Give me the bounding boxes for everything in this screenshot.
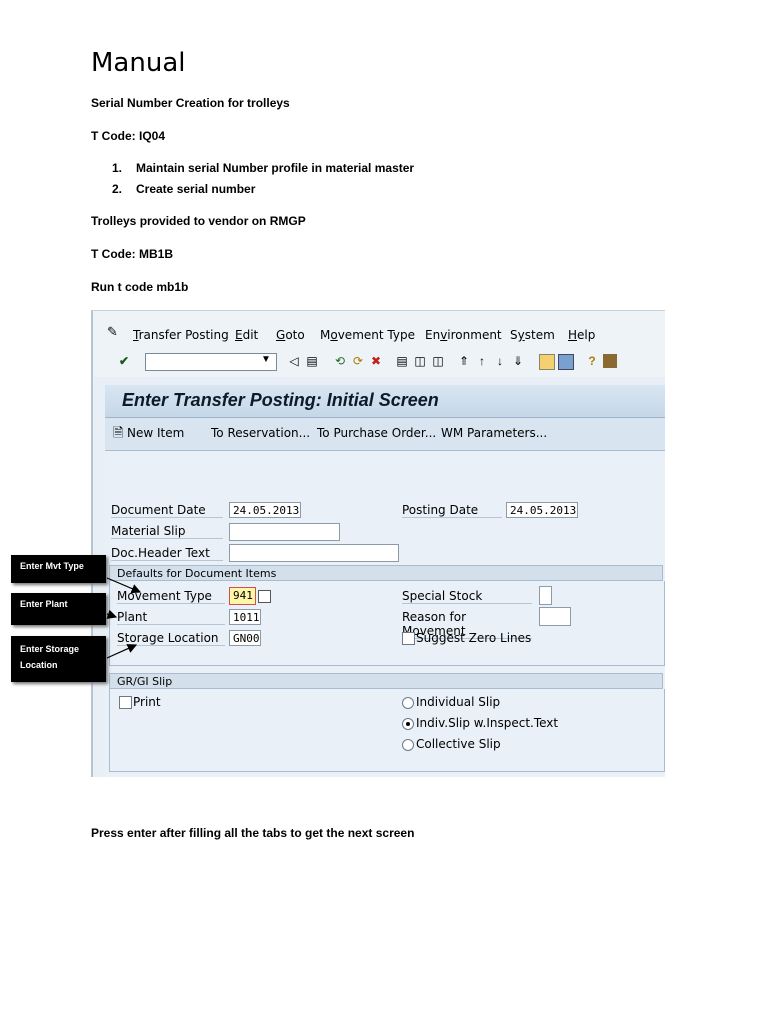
document-new-icon: 🗎	[113, 426, 124, 441]
application-toolbar: 🗎 New Item To Reservation... To Purchase…	[105, 418, 665, 451]
enter-check-icon[interactable]: ✔	[117, 354, 131, 368]
indiv-slip-inspect-radio[interactable]	[402, 718, 414, 730]
exit-icon[interactable]: ⟳	[351, 354, 365, 368]
sap-screen: ✎ Transfer Posting Edit Goto Movement Ty…	[91, 310, 665, 777]
menu-movement-type[interactable]: Movement Type	[320, 328, 415, 342]
run-tcode-text: Run t code mb1b	[91, 280, 189, 294]
save-icon[interactable]: ▤	[305, 354, 319, 368]
help-icon[interactable]: ?	[585, 354, 599, 368]
previous-page-icon[interactable]: ↑	[475, 354, 489, 368]
plant-label: Plant	[117, 610, 225, 625]
find-next-icon[interactable]: ◫	[431, 354, 445, 368]
next-page-icon[interactable]: ↓	[493, 354, 507, 368]
storage-location-field[interactable]: GN00	[229, 630, 261, 646]
document-title: Manual	[91, 48, 186, 78]
menu-transfer-posting[interactable]: Transfer Posting	[133, 328, 229, 342]
plant-field[interactable]: 1011	[229, 609, 261, 625]
menu-environment[interactable]: Environment	[425, 328, 502, 342]
annotation-mvt-type: Enter Mvt Type	[11, 555, 106, 583]
menu-system[interactable]: System	[510, 328, 555, 342]
first-page-icon[interactable]: ⇑	[457, 354, 471, 368]
collective-slip-label: Collective Slip	[416, 737, 501, 751]
movement-type-field[interactable]: 941	[229, 587, 256, 605]
section-heading-serial: Serial Number Creation for trolleys	[91, 96, 290, 110]
shortcut-icon[interactable]	[558, 354, 574, 370]
cancel-icon[interactable]: ✖	[369, 354, 383, 368]
suggest-zero-lines-label: Suggest Zero Lines	[416, 631, 532, 645]
material-slip-field[interactable]	[229, 523, 340, 541]
footer-instruction: Press enter after filling all the tabs t…	[91, 826, 415, 840]
value-help-icon[interactable]	[258, 590, 271, 603]
movement-type-label: Movement Type	[117, 589, 225, 604]
standard-toolbar: ✔ ▼ ◁ ▤ ⟲ ⟳ ✖ ▤ ◫ ◫ ⇑ ↑ ↓ ⇓ ?	[93, 351, 665, 377]
new-item-button[interactable]: New Item	[127, 426, 184, 440]
back-icon[interactable]: ⟲	[333, 354, 347, 368]
print-checkbox[interactable]	[119, 696, 132, 709]
document-date-field[interactable]: 24.05.2013	[229, 502, 301, 518]
annotation-plant: Enter Plant	[11, 593, 106, 625]
list-item: 1. Maintain serial Number profile in mate…	[112, 161, 415, 175]
menu-bar: ✎ Transfer Posting Edit Goto Movement Ty…	[93, 311, 665, 351]
defaults-group-header: Defaults for Document Items	[109, 565, 663, 581]
individual-slip-label: Individual Slip	[416, 695, 501, 709]
storage-location-label: Storage Location	[117, 631, 225, 646]
screen-title-bar: Enter Transfer Posting: Initial Screen	[105, 385, 665, 418]
command-field[interactable]	[145, 353, 277, 371]
wm-parameters-button[interactable]: WM Parameters...	[441, 426, 547, 440]
reason-for-movement-field[interactable]	[539, 607, 571, 626]
to-purchase-order-button[interactable]: To Purchase Order...	[317, 426, 436, 440]
print-label: Print	[133, 695, 161, 709]
to-reservation-button[interactable]: To Reservation...	[211, 426, 310, 440]
slip-group-box	[109, 689, 665, 772]
steps-list: 1. Maintain serial Number profile in mate…	[112, 161, 414, 203]
individual-slip-radio[interactable]	[402, 697, 414, 709]
special-stock-field[interactable]	[539, 586, 552, 605]
section-heading-trolleys: Trolleys provided to vendor on RMGP	[91, 214, 306, 228]
tcode-mb1b: T Code: MB1B	[91, 247, 173, 261]
slip-group-header: GR/GI Slip	[109, 673, 663, 689]
posting-date-label: Posting Date	[402, 503, 502, 518]
special-stock-label: Special Stock	[402, 589, 532, 604]
posting-date-field[interactable]: 24.05.2013	[506, 502, 578, 518]
document-date-label: Document Date	[111, 503, 223, 518]
suggest-zero-lines-checkbox[interactable]	[402, 632, 415, 645]
menu-edit[interactable]: Edit	[235, 328, 258, 342]
new-session-icon[interactable]	[539, 354, 555, 370]
layout-menu-icon[interactable]	[603, 354, 617, 368]
collective-slip-radio[interactable]	[402, 739, 414, 751]
indiv-slip-inspect-label: Indiv.Slip w.Inspect.Text	[416, 716, 559, 730]
material-slip-label: Material Slip	[111, 524, 223, 539]
screen-content: Document Date 24.05.2013 Posting Date 24…	[105, 451, 665, 777]
menu-goto[interactable]: Goto	[276, 328, 305, 342]
list-item: 2. Create serial number	[112, 182, 256, 196]
find-icon[interactable]: ◫	[413, 354, 427, 368]
menu-icon[interactable]: ✎	[107, 325, 118, 340]
annotation-storage-location: Enter Storage Location	[11, 636, 106, 682]
menu-help[interactable]: Help	[568, 328, 595, 342]
annotation-storage-line1: Enter Storage	[20, 644, 80, 654]
doc-header-text-label: Doc.Header Text	[111, 546, 223, 561]
print-icon[interactable]: ▤	[395, 354, 409, 368]
annotation-storage-line2: Location	[20, 660, 58, 670]
tcode-iq04: T Code: IQ04	[91, 129, 166, 143]
doc-header-text-field[interactable]	[229, 544, 399, 562]
chevron-down-icon[interactable]: ▼	[261, 354, 271, 365]
last-page-icon[interactable]: ⇓	[511, 354, 525, 368]
back-triangle-icon[interactable]: ◁	[287, 354, 301, 368]
page-title: Enter Transfer Posting: Initial Screen	[122, 390, 439, 410]
